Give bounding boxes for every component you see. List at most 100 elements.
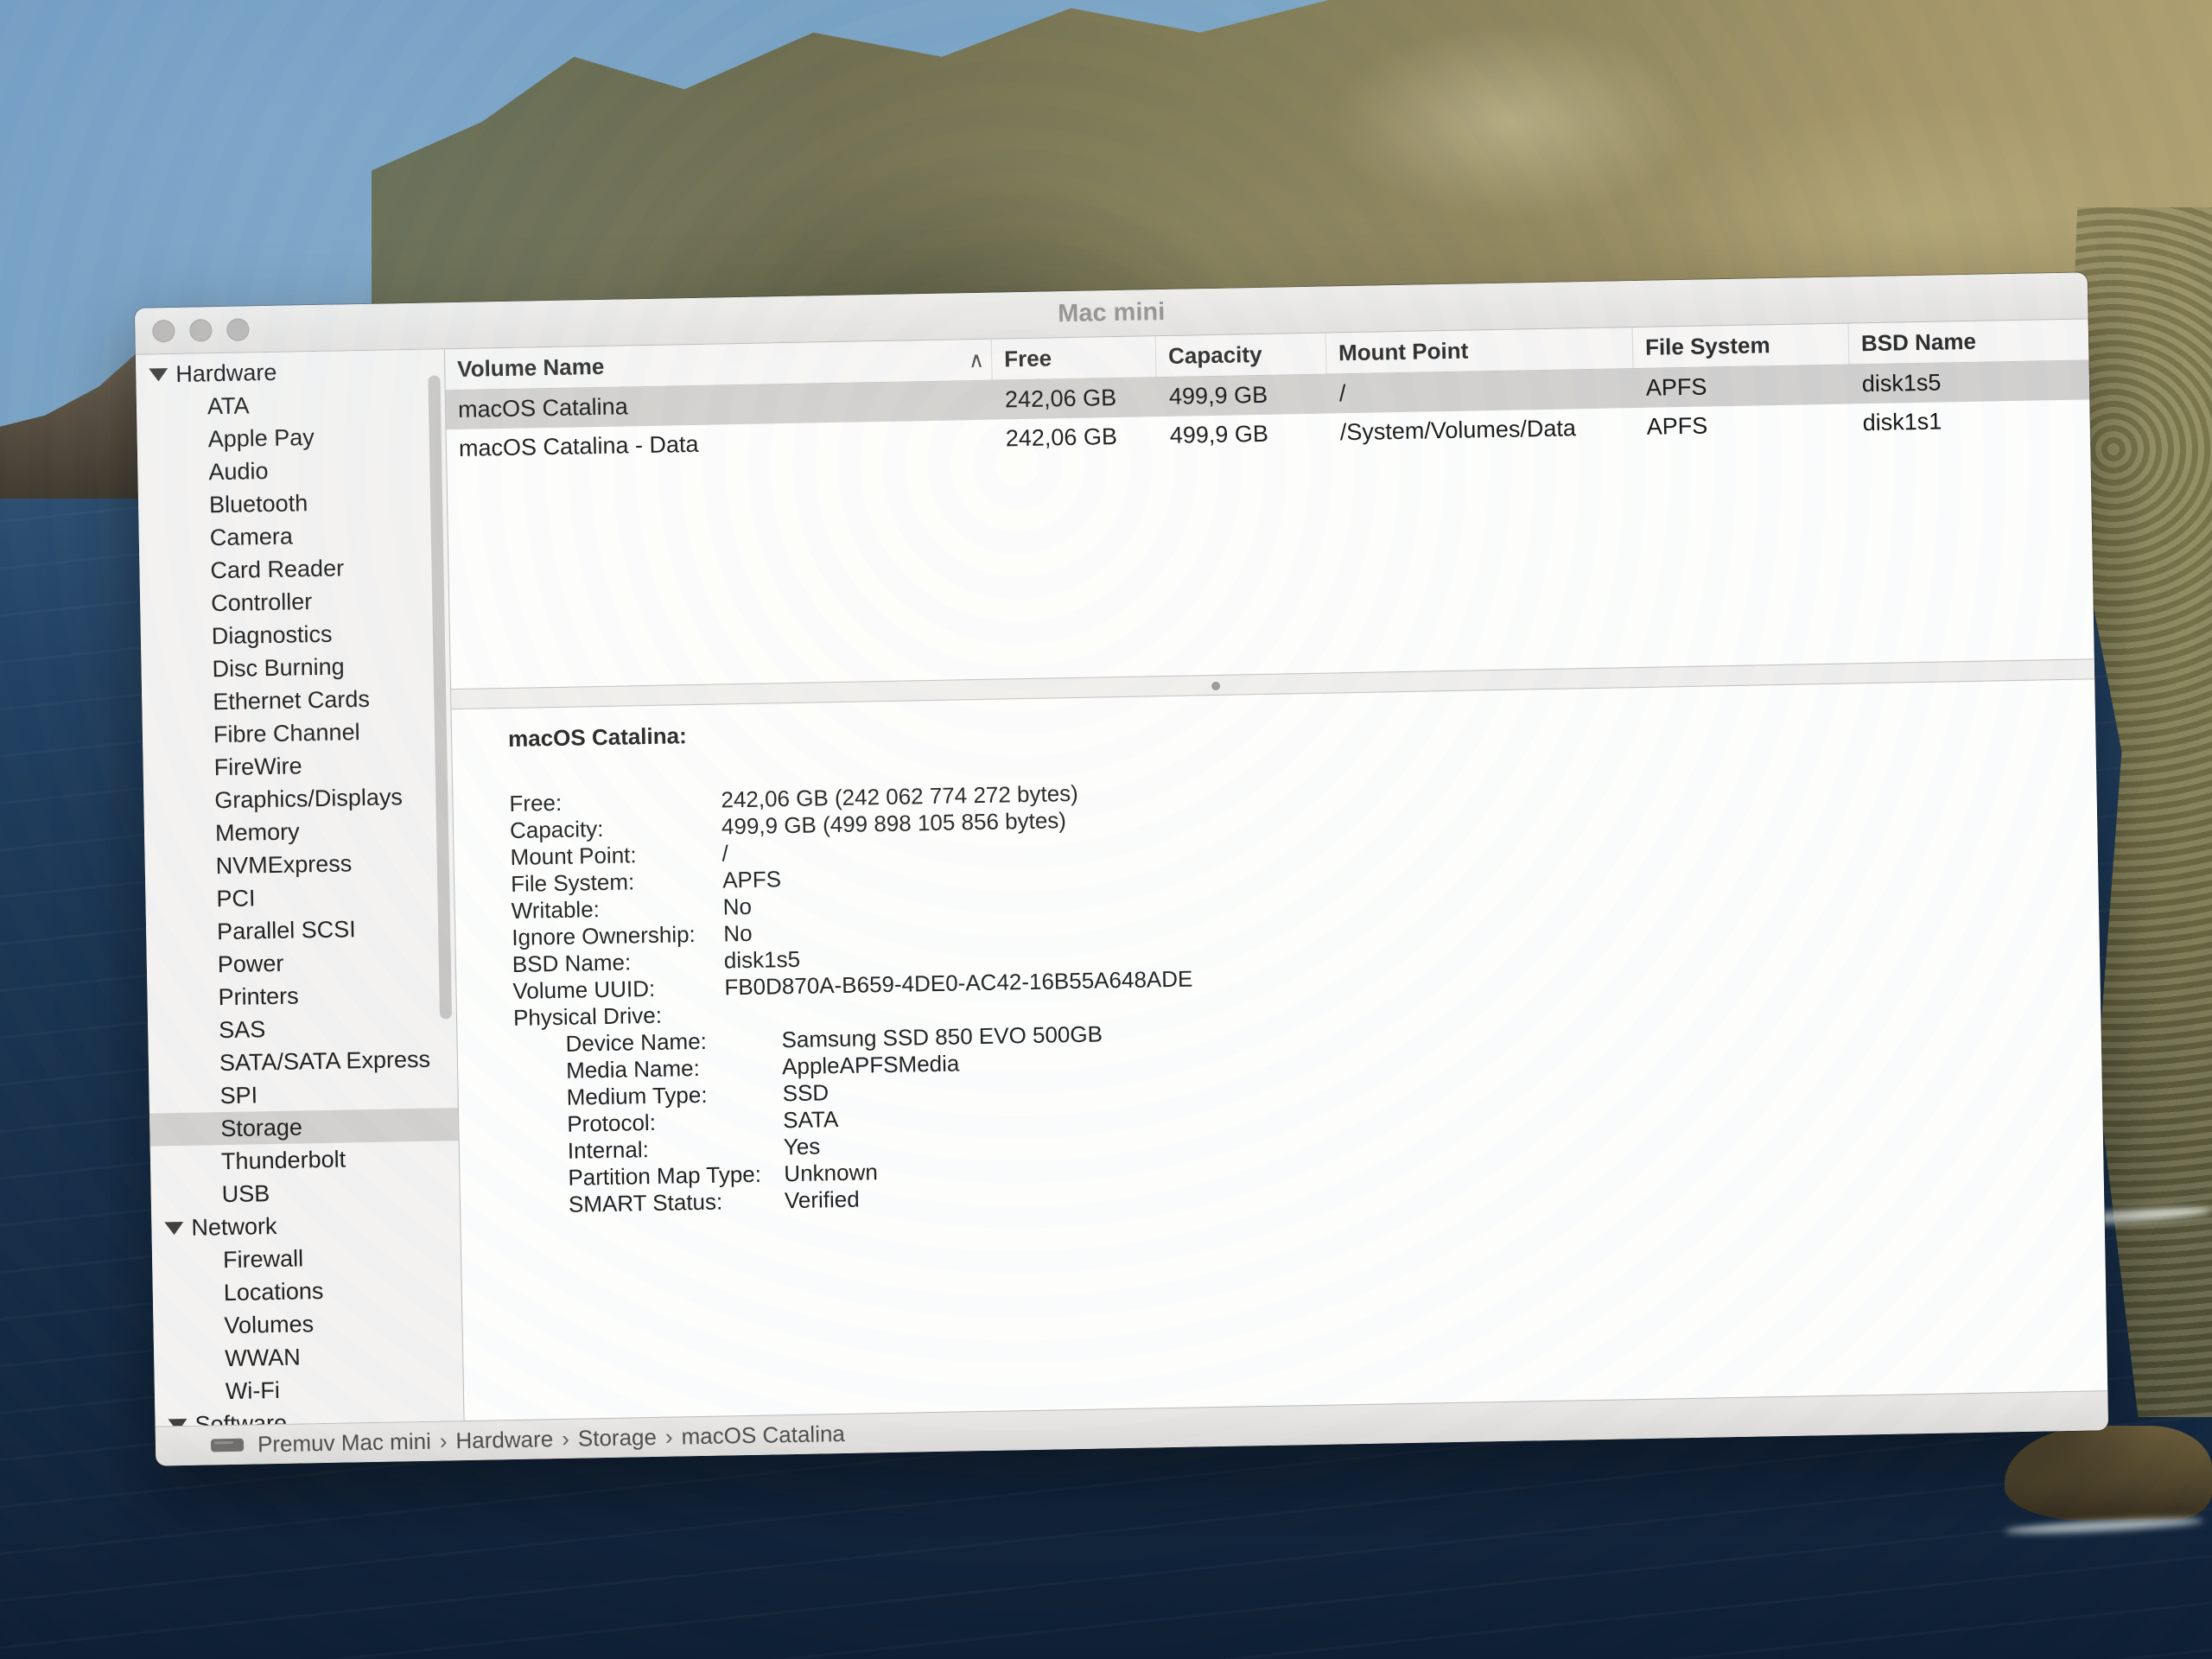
detail-label: Internal: <box>568 1134 785 1165</box>
column-header-mount-point[interactable]: Mount Point <box>1326 327 1634 373</box>
sidebar-section-label: Software <box>194 1409 287 1426</box>
sidebar-item-wwan[interactable]: WWAN <box>154 1338 463 1376</box>
sidebar-section-label: Network <box>191 1212 277 1241</box>
sidebar-item-label: ATA <box>207 392 250 420</box>
zoom-button[interactable] <box>226 318 249 340</box>
sidebar-item-memory[interactable]: Memory <box>144 812 454 851</box>
sidebar-item-storage[interactable]: Storage <box>149 1108 459 1147</box>
sidebar-item-label: FireWire <box>213 753 302 781</box>
sidebar-item-locations[interactable]: Locations <box>152 1272 461 1311</box>
column-header-label: BSD Name <box>1861 328 1976 357</box>
sidebar-item-label: Printers <box>218 982 299 1011</box>
sidebar-item-label: Memory <box>215 818 300 847</box>
sidebar-item-label: Graphics/Displays <box>214 784 403 814</box>
splitter-handle-icon[interactable] <box>1211 682 1220 690</box>
sidebar-item-label: Disc Burning <box>212 653 345 683</box>
sidebar-item-thunderbolt[interactable]: Thunderbolt <box>150 1141 460 1179</box>
sidebar-item-spi[interactable]: SPI <box>149 1075 458 1114</box>
sidebar-item-label: Camera <box>210 523 294 551</box>
mac-mini-icon <box>211 1439 244 1452</box>
cell-bsd_name: disk1s5 <box>1850 366 2090 397</box>
sidebar-item-label: Card Reader <box>210 555 344 584</box>
sidebar-item-label: NVMExpress <box>215 850 352 880</box>
detail-label: Physical Drive: <box>513 1001 726 1031</box>
column-header-free[interactable]: Free <box>992 336 1157 379</box>
detail-label: Partition Map Type: <box>568 1160 785 1192</box>
detail-label: Writable: <box>511 893 723 924</box>
close-button[interactable] <box>152 320 175 342</box>
sidebar-item-printers[interactable]: Printers <box>147 976 456 1015</box>
sidebar-item-label: Power <box>218 950 284 977</box>
breadcrumb-item-hardware: Hardware <box>455 1426 553 1453</box>
detail-value: / <box>721 840 728 867</box>
sidebar-item-ethernet-cards[interactable]: Ethernet Cards <box>142 681 451 720</box>
breadcrumb-item-storage: Storage <box>578 1424 658 1452</box>
sidebar-section-network[interactable]: Network <box>151 1206 461 1245</box>
minimize-button[interactable] <box>189 319 212 341</box>
detail-label: BSD Name: <box>512 947 725 977</box>
sidebar-item-power[interactable]: Power <box>147 944 456 982</box>
disclosure-triangle-icon[interactable] <box>149 368 168 381</box>
sidebar-item-sata-sata-express[interactable]: SATA/SATA Express <box>149 1042 458 1081</box>
sidebar-item-fibre-channel[interactable]: Fibre Channel <box>143 714 452 753</box>
sidebar-item-usb[interactable]: USB <box>150 1173 460 1212</box>
column-header-file-system[interactable]: File System <box>1633 323 1850 368</box>
detail-label: Protocol: <box>567 1107 784 1138</box>
sidebar-item-label: Firewall <box>223 1245 304 1274</box>
sidebar-item-label: Wi-Fi <box>226 1376 281 1404</box>
table-body: macOS Catalina242,06 GB499,9 GB/APFSdisk… <box>446 360 2094 689</box>
breadcrumb-separator: › <box>665 1424 673 1450</box>
sidebar-item-controller[interactable]: Controller <box>140 582 449 621</box>
cell-volume_name: macOS Catalina - Data <box>447 426 994 463</box>
sidebar-list: Hardware ATAApple PayAudioBluetoothCamera… <box>136 353 464 1426</box>
column-header-label: Volume Name <box>457 353 605 383</box>
sidebar: Hardware ATAApple PayAudioBluetoothCamera… <box>136 349 465 1426</box>
column-header-bsd-name[interactable]: BSD Name <box>1849 319 2089 364</box>
sidebar-item-label: Locations <box>224 1278 324 1306</box>
column-header-capacity[interactable]: Capacity <box>1156 334 1327 378</box>
sidebar-item-bluetooth[interactable]: Bluetooth <box>138 484 448 523</box>
sidebar-item-disc-burning[interactable]: Disc Burning <box>141 648 450 687</box>
detail-label: Volume UUID: <box>512 974 725 1004</box>
sidebar-item-volumes[interactable]: Volumes <box>153 1305 462 1344</box>
sidebar-item-sas[interactable]: SAS <box>148 1009 457 1048</box>
sidebar-item-label: Audio <box>208 458 269 486</box>
sidebar-item-firewall[interactable]: Firewall <box>152 1239 461 1278</box>
detail-label: Device Name: <box>565 1027 782 1058</box>
sidebar-item-pci[interactable]: PCI <box>145 878 454 917</box>
detail-label: Ignore Ownership: <box>512 920 724 950</box>
disclosure-triangle-icon[interactable] <box>164 1221 183 1234</box>
breadcrumb-separator: › <box>562 1426 569 1452</box>
sidebar-item-graphics-displays[interactable]: Graphics/Displays <box>143 779 453 818</box>
sidebar-item-firewire[interactable]: FireWire <box>143 747 452 785</box>
breadcrumb-item-premuv-mac-mini: Premuv Mac mini <box>257 1428 431 1458</box>
column-header-label: Capacity <box>1168 341 1262 370</box>
sidebar-item-label: Ethernet Cards <box>213 685 370 715</box>
sidebar-item-label: USB <box>221 1180 270 1208</box>
column-header-label: Free <box>1004 345 1052 372</box>
sidebar-item-wi-fi[interactable]: Wi-Fi <box>155 1370 464 1409</box>
detail-value: Yes <box>784 1133 821 1160</box>
sidebar-section-hardware[interactable]: Hardware <box>136 353 445 391</box>
detail-label: File System: <box>511 867 723 897</box>
sidebar-item-camera[interactable]: Camera <box>138 517 448 556</box>
sidebar-item-nvmexpress[interactable]: NVMExpress <box>144 845 454 884</box>
sidebar-item-card-reader[interactable]: Card Reader <box>139 550 448 588</box>
sidebar-item-apple-pay[interactable]: Apple Pay <box>137 418 446 457</box>
details-fields: Free:242,06 GB (242 062 774 272 bytes)Ca… <box>509 762 2087 1219</box>
disclosure-triangle-icon[interactable] <box>168 1418 187 1426</box>
sidebar-item-label: Fibre Channel <box>213 719 360 748</box>
sidebar-item-audio[interactable]: Audio <box>137 451 447 490</box>
sort-ascending-icon: ∧ <box>969 346 985 372</box>
sidebar-item-label: SATA/SATA Express <box>219 1046 431 1076</box>
sidebar-section-label: Hardware <box>175 359 277 387</box>
detail-label: SMART Status: <box>569 1187 785 1218</box>
cell-capacity: 499,9 GB <box>1157 381 1328 411</box>
sidebar-item-diagnostics[interactable]: Diagnostics <box>141 615 450 654</box>
sidebar-item-parallel-scsi[interactable]: Parallel SCSI <box>146 911 455 950</box>
sidebar-item-ata[interactable]: ATA <box>137 385 446 424</box>
detail-label: Capacity: <box>510 813 722 843</box>
cell-capacity: 499,9 GB <box>1158 420 1329 450</box>
window-body: Hardware ATAApple PayAudioBluetoothCamera… <box>136 319 2107 1426</box>
detail-value: SSD <box>782 1079 829 1107</box>
